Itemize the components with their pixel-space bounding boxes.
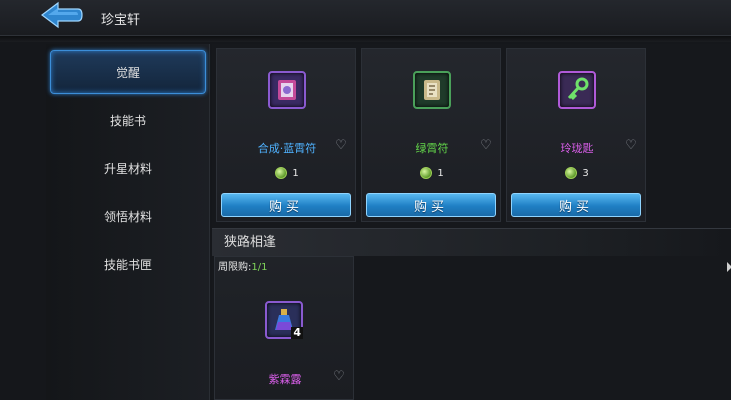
- buy-button[interactable]: 购买: [511, 193, 641, 217]
- back-arrow-icon[interactable]: [38, 0, 84, 34]
- header-divider: [0, 36, 731, 42]
- weekly-limit: 周限购:1/1: [218, 258, 267, 273]
- limited-item-card: 4 紫霖露 ♡: [214, 256, 354, 400]
- sidebar-item-label: 技能书匣: [103, 257, 152, 272]
- pointer-arrow-icon: [727, 262, 731, 272]
- jade-coin-icon: [420, 167, 433, 179]
- green-talisman-icon[interactable]: [413, 71, 451, 109]
- sidebar-item-star-material[interactable]: 升星材料: [50, 146, 206, 190]
- sidebar-item-label: 技能书: [109, 113, 146, 128]
- sidebar-item-label: 领悟材料: [103, 209, 152, 224]
- jade-coin-icon: [565, 167, 578, 179]
- jade-key-icon[interactable]: [558, 71, 596, 109]
- shop-item-card: 绿霄符 ♡ 1 购买: [361, 48, 501, 222]
- jade-coin-icon: [275, 167, 288, 179]
- sidebar-item-label: 升星材料: [103, 161, 152, 176]
- item-price: 3: [507, 167, 647, 179]
- item-price: 1: [217, 167, 357, 179]
- price-value: 1: [292, 167, 299, 179]
- blue-talisman-icon[interactable]: [268, 71, 306, 109]
- shop-item-card: 合成·蓝霄符 ♡ 1 购买: [216, 48, 356, 222]
- shop-panel: 合成·蓝霄符 ♡ 1 购买 绿霄符 ♡ 1 购买 玲珑匙 ♡ 3 购买 狭路相逢…: [212, 44, 731, 400]
- buy-button[interactable]: 购买: [221, 193, 351, 217]
- item-quantity: 4: [291, 326, 303, 339]
- item-price: 1: [362, 167, 502, 179]
- sidebar-item-skill-book[interactable]: 技能书: [50, 98, 206, 142]
- favorite-heart-icon[interactable]: ♡: [331, 370, 347, 384]
- buy-button[interactable]: 购买: [366, 193, 496, 217]
- favorite-heart-icon[interactable]: ♡: [333, 139, 349, 153]
- favorite-heart-icon[interactable]: ♡: [478, 139, 494, 153]
- favorite-heart-icon[interactable]: ♡: [623, 139, 639, 153]
- top-bar: 珍宝轩: [0, 0, 731, 36]
- sidebar-item-insight-material[interactable]: 领悟材料: [50, 194, 206, 238]
- price-value: 1: [437, 167, 444, 179]
- section-title: 狭路相逢: [212, 228, 731, 256]
- sidebar-item-label: 觉醒: [115, 65, 140, 80]
- weekly-limit-label: 周限购:: [218, 262, 252, 273]
- sidebar-item-awaken[interactable]: 觉醒: [50, 50, 206, 94]
- category-sidebar: 觉醒 技能书 升星材料 领悟材料 技能书匣: [46, 44, 210, 400]
- sidebar-item-skill-book-box[interactable]: 技能书匣: [50, 242, 206, 286]
- price-value: 3: [582, 167, 589, 179]
- weekly-limit-count: 1/1: [251, 262, 268, 273]
- shop-item-card: 玲珑匙 ♡ 3 购买: [506, 48, 646, 222]
- purple-potion-icon[interactable]: 4: [265, 301, 303, 339]
- page-title: 珍宝轩: [101, 13, 141, 28]
